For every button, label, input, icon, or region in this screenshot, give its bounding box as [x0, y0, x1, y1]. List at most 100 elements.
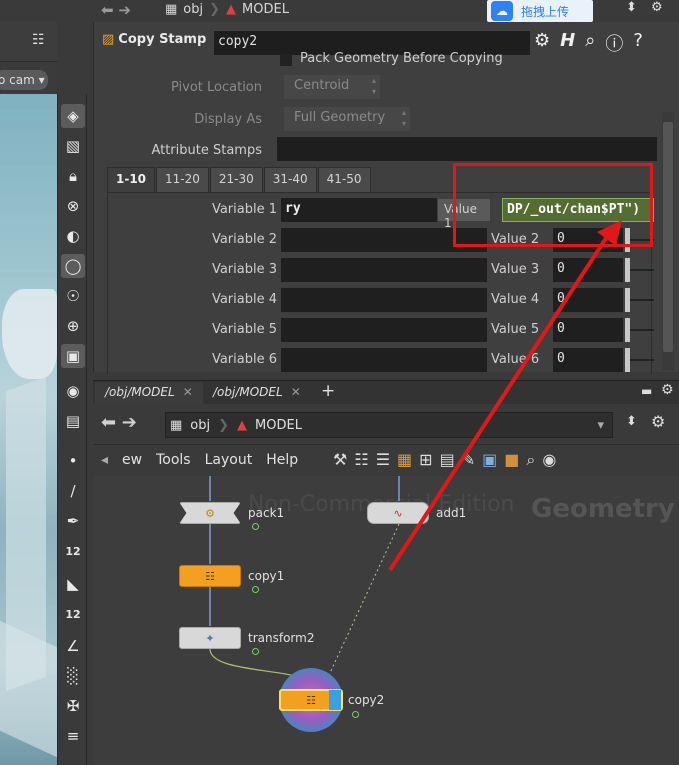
breadcrumb-model[interactable]: MODEL: [242, 2, 289, 17]
light-link-icon[interactable]: ☉: [61, 284, 85, 308]
network-tab-bar: /obj/MODEL ✕ /obj/MODEL ✕ + ▬ ⚙: [93, 380, 679, 404]
lock-icon[interactable]: 🔒︎: [61, 164, 85, 188]
value-field[interactable]: 0: [553, 348, 623, 372]
model-icon: ▲: [237, 417, 248, 433]
gear-icon[interactable]: ⚙: [651, 412, 665, 431]
camera-menu-button[interactable]: o cam ▾: [0, 70, 48, 90]
pivot-icon[interactable]: ✠: [61, 694, 85, 718]
pen-icon[interactable]: ✒︎: [61, 509, 85, 533]
value-field[interactable]: 0: [553, 318, 623, 342]
scrollbar-thumb[interactable]: [663, 122, 673, 352]
variable-name-field[interactable]: [281, 288, 487, 312]
stamp-tabs: 1-10 11-20 21-30 31-40 41-50: [107, 167, 372, 193]
menu-help[interactable]: Help: [266, 452, 298, 468]
select-tool-icon[interactable]: ◈: [61, 104, 85, 128]
layout-icon[interactable]: ▤: [440, 450, 455, 470]
display-flag[interactable]: [329, 690, 341, 710]
node-label: copy2: [348, 693, 385, 707]
menu-view[interactable]: ew: [122, 452, 142, 468]
scroll-left-icon[interactable]: ◂: [101, 452, 108, 468]
nav-arrows-icon[interactable]: ⬅︎ ➔: [101, 1, 131, 19]
curve-icon[interactable]: ∠: [61, 634, 85, 658]
variable-name-field[interactable]: [281, 258, 487, 282]
tab-11-20[interactable]: 11-20: [156, 167, 209, 193]
copy-stamp-icon: ▨: [102, 32, 115, 47]
pack-checkbox[interactable]: [280, 54, 292, 66]
viewport-toolbar: ☷: [0, 22, 57, 62]
gear-icon[interactable]: ⚙: [661, 382, 674, 398]
obj-icon: ▦: [170, 417, 183, 433]
color-palette-icon[interactable]: ▦: [397, 450, 412, 470]
attribute-stamps-field[interactable]: [277, 137, 657, 161]
checker-icon[interactable]: ░: [61, 664, 85, 688]
tree-icon[interactable]: ☷: [354, 450, 368, 470]
count-badge[interactable]: 12: [61, 602, 85, 626]
shading-icon[interactable]: ▣: [61, 344, 85, 368]
slider-track: [630, 299, 654, 301]
upload-button[interactable]: ☁ 拖拽上传: [487, 0, 593, 22]
node-add1[interactable]: ∿: [367, 502, 429, 524]
paint-icon[interactable]: ◣: [61, 572, 85, 596]
menu-icon[interactable]: ≡: [61, 724, 85, 748]
pivot-location-dropdown[interactable]: Centroid: [284, 75, 380, 99]
add-tab-icon[interactable]: +: [321, 381, 335, 401]
chevron-down-icon[interactable]: ▾: [597, 418, 604, 433]
tab-network-1[interactable]: /obj/MODEL ✕: [95, 382, 203, 404]
node-pack1[interactable]: ⚙: [179, 502, 241, 524]
node-copy1[interactable]: ☷: [179, 565, 241, 587]
variable-name-field[interactable]: ry: [281, 198, 437, 222]
light-icon[interactable]: ◯: [61, 254, 85, 278]
breadcrumb-obj[interactable]: obj: [183, 2, 203, 17]
parameter-scrollbar[interactable]: [662, 112, 674, 370]
pin-icon[interactable]: ⬍: [626, 0, 637, 15]
brush-icon[interactable]: ∕: [61, 479, 85, 503]
transform-tool-icon[interactable]: ▧: [61, 134, 85, 158]
eye-icon[interactable]: ◉: [542, 450, 556, 470]
value-field[interactable]: 0: [553, 288, 623, 312]
tab-network-2[interactable]: /obj/MODEL ✕: [203, 382, 311, 404]
tab-41-50[interactable]: 41-50: [317, 167, 371, 193]
variable-label: Variable 6: [211, 352, 277, 367]
viewport-3d[interactable]: ☷ o cam ▾: [0, 0, 57, 765]
search-icon[interactable]: ⌕: [526, 450, 535, 470]
breadcrumb[interactable]: ▦ obj ❯ ▲ MODEL: [165, 0, 289, 18]
variable-name-field[interactable]: [281, 318, 487, 342]
display-as-row: Display As Full Geometry: [94, 106, 679, 134]
variable-name-field[interactable]: [281, 348, 487, 372]
upload-label: 拖拽上传: [521, 4, 570, 19]
variable-label: Variable 4: [211, 292, 277, 307]
dot-icon[interactable]: •: [61, 449, 85, 473]
node-transform2[interactable]: ✦: [179, 627, 241, 649]
breadcrumb-model[interactable]: MODEL: [255, 418, 302, 433]
snap-icon[interactable]: ◐: [61, 224, 85, 248]
tab-1-10[interactable]: 1-10: [107, 167, 156, 193]
image-icon[interactable]: ▣: [482, 450, 497, 470]
grid-icon[interactable]: ⊞: [419, 450, 432, 470]
top-path-bar: ⬅︎ ➔ ▦ obj ❯ ▲ MODEL ☁ 拖拽上传 ⬍ ⚙: [93, 0, 679, 22]
network-editor[interactable]: Non-Commercial Edition Geometry ⚙ pack1 …: [93, 476, 679, 765]
light-add-icon[interactable]: ⊕: [61, 314, 85, 338]
camera-icon[interactable]: ▤: [61, 409, 85, 433]
pin-icon[interactable]: ⬍: [626, 414, 637, 429]
breadcrumb[interactable]: ▦ obj ❯ ▲ MODEL ▾: [165, 412, 613, 438]
display-as-dropdown[interactable]: Full Geometry: [284, 107, 410, 131]
variable-row-5: Variable 5 Value 5 0: [108, 317, 654, 343]
value-field[interactable]: 0: [553, 258, 623, 282]
note-icon[interactable]: ✎: [462, 450, 475, 470]
tab-31-40[interactable]: 31-40: [263, 167, 317, 193]
tab-21-30[interactable]: 21-30: [209, 167, 263, 193]
gear-icon[interactable]: ⚙: [651, 0, 663, 15]
menu-layout[interactable]: Layout: [205, 452, 253, 468]
box-icon[interactable]: ■: [504, 450, 519, 470]
count-badge[interactable]: 12: [61, 539, 85, 563]
eye-icon[interactable]: ◉: [61, 379, 85, 403]
value-label: Value 5: [491, 322, 540, 337]
breadcrumb-obj[interactable]: obj: [190, 418, 210, 433]
display-options-icon[interactable]: ☷: [32, 32, 45, 48]
menu-tools[interactable]: Tools: [156, 452, 191, 468]
list-icon[interactable]: ☰: [376, 450, 390, 470]
maximize-icon[interactable]: ▬: [641, 384, 652, 398]
wrench-icon[interactable]: ⚒: [333, 450, 347, 470]
nav-arrows-icon[interactable]: ⬅︎ ➔: [101, 412, 137, 433]
ghost-icon[interactable]: ⊗: [61, 194, 85, 218]
